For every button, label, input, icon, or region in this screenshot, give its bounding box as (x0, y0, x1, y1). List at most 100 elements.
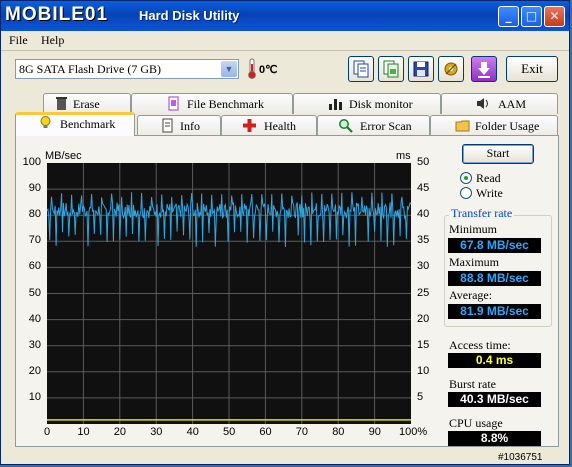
bar-chart-icon (329, 99, 342, 110)
tab-label: Error Scan (360, 119, 412, 133)
y-tick-left: 30 (28, 338, 41, 351)
y-tick-right: 5 (417, 390, 424, 403)
cpu-usage-label: CPU usage (449, 416, 503, 430)
access-time-value: 0.4 ms (448, 353, 541, 368)
x-tick: 60 (259, 426, 272, 438)
menu-help[interactable]: Help (41, 33, 64, 48)
menu-bar: File Help (1, 31, 569, 51)
copy-info-button[interactable] (348, 56, 374, 82)
y-tick-right: 30 (417, 260, 430, 273)
x-tick: 30 (150, 426, 163, 438)
chevron-down-icon[interactable]: ▼ (221, 61, 237, 77)
tab-erase[interactable]: Erase (43, 93, 131, 114)
write-radio[interactable] (460, 187, 472, 199)
drive-select[interactable]: 8G SATA Flash Drive (7 GB) ▼ (15, 59, 239, 79)
y-tick-left: 40 (28, 312, 41, 325)
cpu-usage-value: 8.8% (448, 431, 541, 446)
benchmark-chart: MB/sec ms 100 90 80 70 60 50 40 30 20 10 50 45 40 35 3… (17, 136, 441, 444)
average-value: 81.9 MB/sec (448, 304, 541, 319)
x-tick: 90 (368, 426, 381, 438)
options-icon (444, 62, 458, 76)
window-title: Hard Disk Utility (139, 8, 240, 23)
y-tick-right: 50 (417, 156, 430, 168)
write-radio-label[interactable]: Write (476, 186, 503, 201)
copy-info-icon (353, 60, 369, 78)
tab-folder-usage[interactable]: Folder Usage (430, 115, 558, 136)
x-tick: 50 (223, 426, 236, 438)
tab-label: Benchmark (60, 117, 116, 131)
minimize-button[interactable]: _ (498, 6, 519, 27)
minimum-value: 67.8 MB/sec (448, 238, 541, 253)
drive-select-value: 8G SATA Flash Drive (7 GB) (19, 62, 162, 76)
trash-icon (56, 97, 67, 110)
y-tick-right: 10 (417, 364, 430, 377)
y-tick-left: 10 (28, 390, 41, 403)
y-tick-right: 20 (417, 312, 430, 325)
y-tick-left: 60 (28, 260, 41, 273)
y-tick-right: 45 (417, 182, 430, 195)
folder-icon (455, 120, 470, 132)
tab-label: Disk monitor (349, 97, 413, 111)
tab-label: File Benchmark (187, 97, 264, 111)
maximum-label: Maximum (449, 255, 499, 269)
thermometer-icon (248, 58, 256, 79)
download-icon (478, 62, 490, 78)
burst-rate-value: 40.3 MB/sec (448, 392, 541, 407)
y-tick-left: 50 (28, 286, 41, 299)
tab-label: Folder Usage (475, 119, 540, 133)
y-tick-left: 100 (22, 156, 41, 168)
tab-info[interactable]: Info (137, 115, 221, 136)
maximize-button[interactable]: □ (521, 6, 542, 27)
tab-file-benchmark[interactable]: File Benchmark (131, 93, 293, 114)
x-tick: 0 (44, 426, 51, 438)
download-button[interactable] (471, 56, 497, 82)
radio-selected-dot (464, 176, 468, 180)
y-tick-left: 20 (28, 364, 41, 377)
bulb-icon (40, 116, 51, 128)
x-tick: 40 (186, 426, 199, 438)
tab-aam[interactable]: AAM (441, 93, 558, 114)
options-button[interactable] (438, 56, 464, 82)
tab-label: Info (180, 119, 200, 133)
close-button[interactable]: ✕ (544, 6, 565, 27)
temperature-value: 0℃ (259, 64, 278, 76)
tab-label: Erase (73, 97, 100, 111)
read-radio-label[interactable]: Read (476, 171, 501, 186)
speaker-icon (477, 98, 488, 109)
tab-benchmark[interactable]: Benchmark (15, 112, 135, 136)
info-icon (162, 118, 173, 133)
maximum-value: 88.8 MB/sec (448, 271, 541, 286)
y-tick-right: 35 (417, 234, 430, 247)
y-tick-right: 15 (417, 338, 430, 351)
x-tick: 20 (113, 426, 127, 438)
y-tick-right: 25 (417, 286, 430, 299)
tab-error-scan[interactable]: Error Scan (317, 115, 430, 136)
copy-screenshot-button[interactable] (378, 56, 404, 82)
burst-rate-label: Burst rate (449, 377, 496, 391)
exit-button[interactable]: Exit (506, 56, 558, 82)
access-time-label: Access time: (449, 338, 511, 352)
watermark-text: #1036751 (498, 452, 543, 463)
x-tick: 80 (332, 426, 345, 438)
tab-disk-monitor[interactable]: Disk monitor (293, 93, 441, 114)
y-tick-right: 40 (417, 208, 430, 221)
title-bar[interactable]: MOBILE01 Hard Disk Utility _ □ ✕ (1, 1, 569, 31)
tab-label: Health (264, 119, 296, 133)
tab-label: AAM (498, 97, 527, 111)
transfer-rate-title: Transfer rate (449, 206, 515, 221)
x-tick: 70 (295, 426, 309, 438)
menu-file[interactable]: File (9, 33, 28, 48)
y-tick-left: 80 (28, 208, 41, 221)
x-tick: 100% (399, 426, 428, 438)
magnifier-icon (339, 119, 353, 133)
plot-svg (46, 163, 412, 424)
save-button[interactable] (408, 56, 434, 82)
start-button[interactable]: Start (462, 144, 534, 164)
tab-health[interactable]: Health (221, 115, 317, 136)
minimum-label: Minimum (449, 222, 498, 236)
logo-text: MOBILE01 (5, 4, 109, 25)
copy-screenshot-icon (383, 60, 399, 78)
read-radio[interactable] (460, 172, 472, 184)
file-icon (168, 96, 179, 111)
y-tick-left: 70 (28, 234, 41, 247)
